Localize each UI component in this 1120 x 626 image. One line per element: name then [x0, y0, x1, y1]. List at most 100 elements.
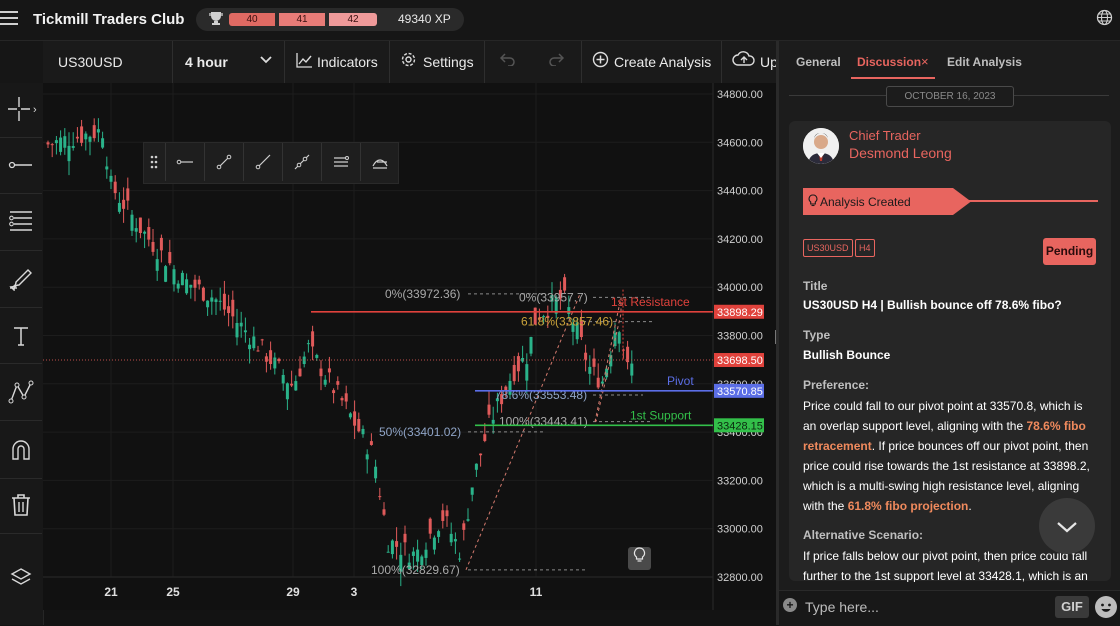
title-heading: Title [803, 279, 828, 293]
trophy-icon [207, 10, 225, 26]
price-tick-label: 34200.00 [717, 234, 763, 246]
indicators-icon[interactable] [296, 52, 313, 73]
add-attachment-icon[interactable]: + [783, 598, 797, 612]
fib-extension-icon[interactable] [361, 142, 399, 182]
candle-body [315, 354, 319, 358]
candle-body [285, 383, 289, 400]
candle-body [105, 166, 109, 170]
candle-body [88, 136, 92, 142]
tab-general[interactable]: General [796, 55, 841, 69]
interval-selector[interactable]: 4 hour [185, 54, 228, 70]
price-tag-label: 33898.29 [717, 307, 763, 319]
level-segment: 41 [279, 13, 325, 26]
candle-body [470, 487, 474, 495]
price-tick-label: 34400.00 [717, 186, 763, 198]
fib-label: 61.8%(33857.46) [521, 315, 613, 329]
candle-body [584, 352, 588, 360]
candle-body [147, 227, 151, 240]
ray-line-icon[interactable] [244, 142, 282, 182]
candle-body [273, 357, 277, 369]
extended-line-icon[interactable] [283, 142, 321, 182]
plus-circle-icon[interactable] [592, 51, 609, 73]
candle-body [206, 300, 210, 308]
candle-body [411, 551, 415, 556]
fibonacci-icon[interactable] [0, 196, 42, 246]
chevron-right-icon[interactable]: › [33, 104, 37, 116]
horizontal-line-icon[interactable] [0, 140, 42, 190]
text-icon[interactable] [0, 311, 42, 361]
horizontal-ray-icon[interactable] [166, 142, 204, 182]
highlight-text: 61.8% fibo projection [847, 499, 969, 513]
trend-line-icon[interactable] [205, 142, 243, 182]
fib-label: 100%(32829.67) [371, 563, 460, 577]
divider [0, 363, 42, 364]
candle-body [130, 214, 134, 231]
candle-body [336, 381, 340, 385]
upload-button[interactable]: Upload [760, 54, 776, 70]
candle-body [487, 404, 491, 415]
chevron-down-icon[interactable] [260, 53, 272, 68]
create-analysis-button[interactable]: Create Analysis [614, 54, 711, 70]
candle-body [332, 390, 336, 394]
parallel-channel-icon[interactable] [322, 142, 360, 182]
redo-icon[interactable] [548, 52, 565, 71]
candle-body [416, 549, 420, 562]
close-icon[interactable]: × [921, 54, 929, 69]
emoji-icon[interactable] [1095, 596, 1117, 618]
drag-handle-icon[interactable] [143, 142, 165, 182]
tab-edit-analysis[interactable]: Edit Analysis [947, 55, 1022, 69]
trash-icon[interactable] [0, 480, 42, 530]
candle-body [138, 217, 142, 233]
candle-body [369, 441, 373, 445]
candle-body [348, 413, 352, 418]
candle-body [164, 266, 168, 282]
layers-icon[interactable] [0, 552, 42, 602]
author-name[interactable]: Desmond Leong [849, 145, 952, 161]
candle-body [357, 418, 361, 432]
divider [389, 41, 390, 83]
candle-body [378, 496, 382, 498]
magnet-icon[interactable] [0, 425, 42, 475]
pattern-icon[interactable] [0, 367, 42, 417]
message-input[interactable] [805, 598, 1045, 616]
hamburger-icon[interactable] [0, 11, 18, 27]
lightbulb-icon[interactable] [628, 547, 651, 570]
undo-icon[interactable] [499, 52, 516, 71]
active-tab-indicator [851, 77, 935, 79]
candle-body [483, 434, 487, 441]
candle-body [311, 331, 315, 347]
cloud-upload-icon[interactable] [732, 50, 756, 72]
candle-body [155, 259, 159, 271]
candle-body [596, 377, 600, 388]
candle-body [466, 519, 470, 521]
scroll-down-button[interactable] [1039, 498, 1095, 554]
candle-body [197, 279, 201, 285]
candle-body [143, 231, 147, 234]
candle-body [306, 343, 310, 345]
time-tick-label: 11 [530, 585, 543, 599]
time-tick-label: 3 [351, 585, 358, 599]
tab-discussion[interactable]: Discussion [857, 55, 921, 69]
candle-body [122, 199, 126, 209]
level-segment: 42 [329, 13, 377, 26]
gear-icon[interactable] [400, 51, 417, 73]
globe-icon[interactable] [1096, 9, 1113, 26]
candle-body [126, 188, 130, 201]
candle-body [109, 175, 113, 182]
candle-body [256, 350, 260, 352]
key-level-label: Pivot [667, 374, 694, 388]
symbol-selector[interactable]: US30USD [58, 54, 123, 70]
divider [721, 41, 722, 83]
gif-button[interactable]: GIF [1055, 596, 1089, 618]
settings-button[interactable]: Settings [423, 54, 474, 70]
date-separator: OCTOBER 16, 2023 [886, 86, 1014, 107]
divider [0, 137, 42, 138]
candle-body [214, 299, 218, 303]
candle-body [63, 136, 67, 148]
divider [0, 193, 42, 194]
indicators-button[interactable]: Indicators [317, 54, 378, 70]
brush-icon[interactable] [0, 254, 42, 304]
analysis-type: Bullish Bounce [803, 348, 891, 362]
candle-body [80, 126, 84, 143]
fib-label: 0%(33957.7) [519, 290, 588, 304]
